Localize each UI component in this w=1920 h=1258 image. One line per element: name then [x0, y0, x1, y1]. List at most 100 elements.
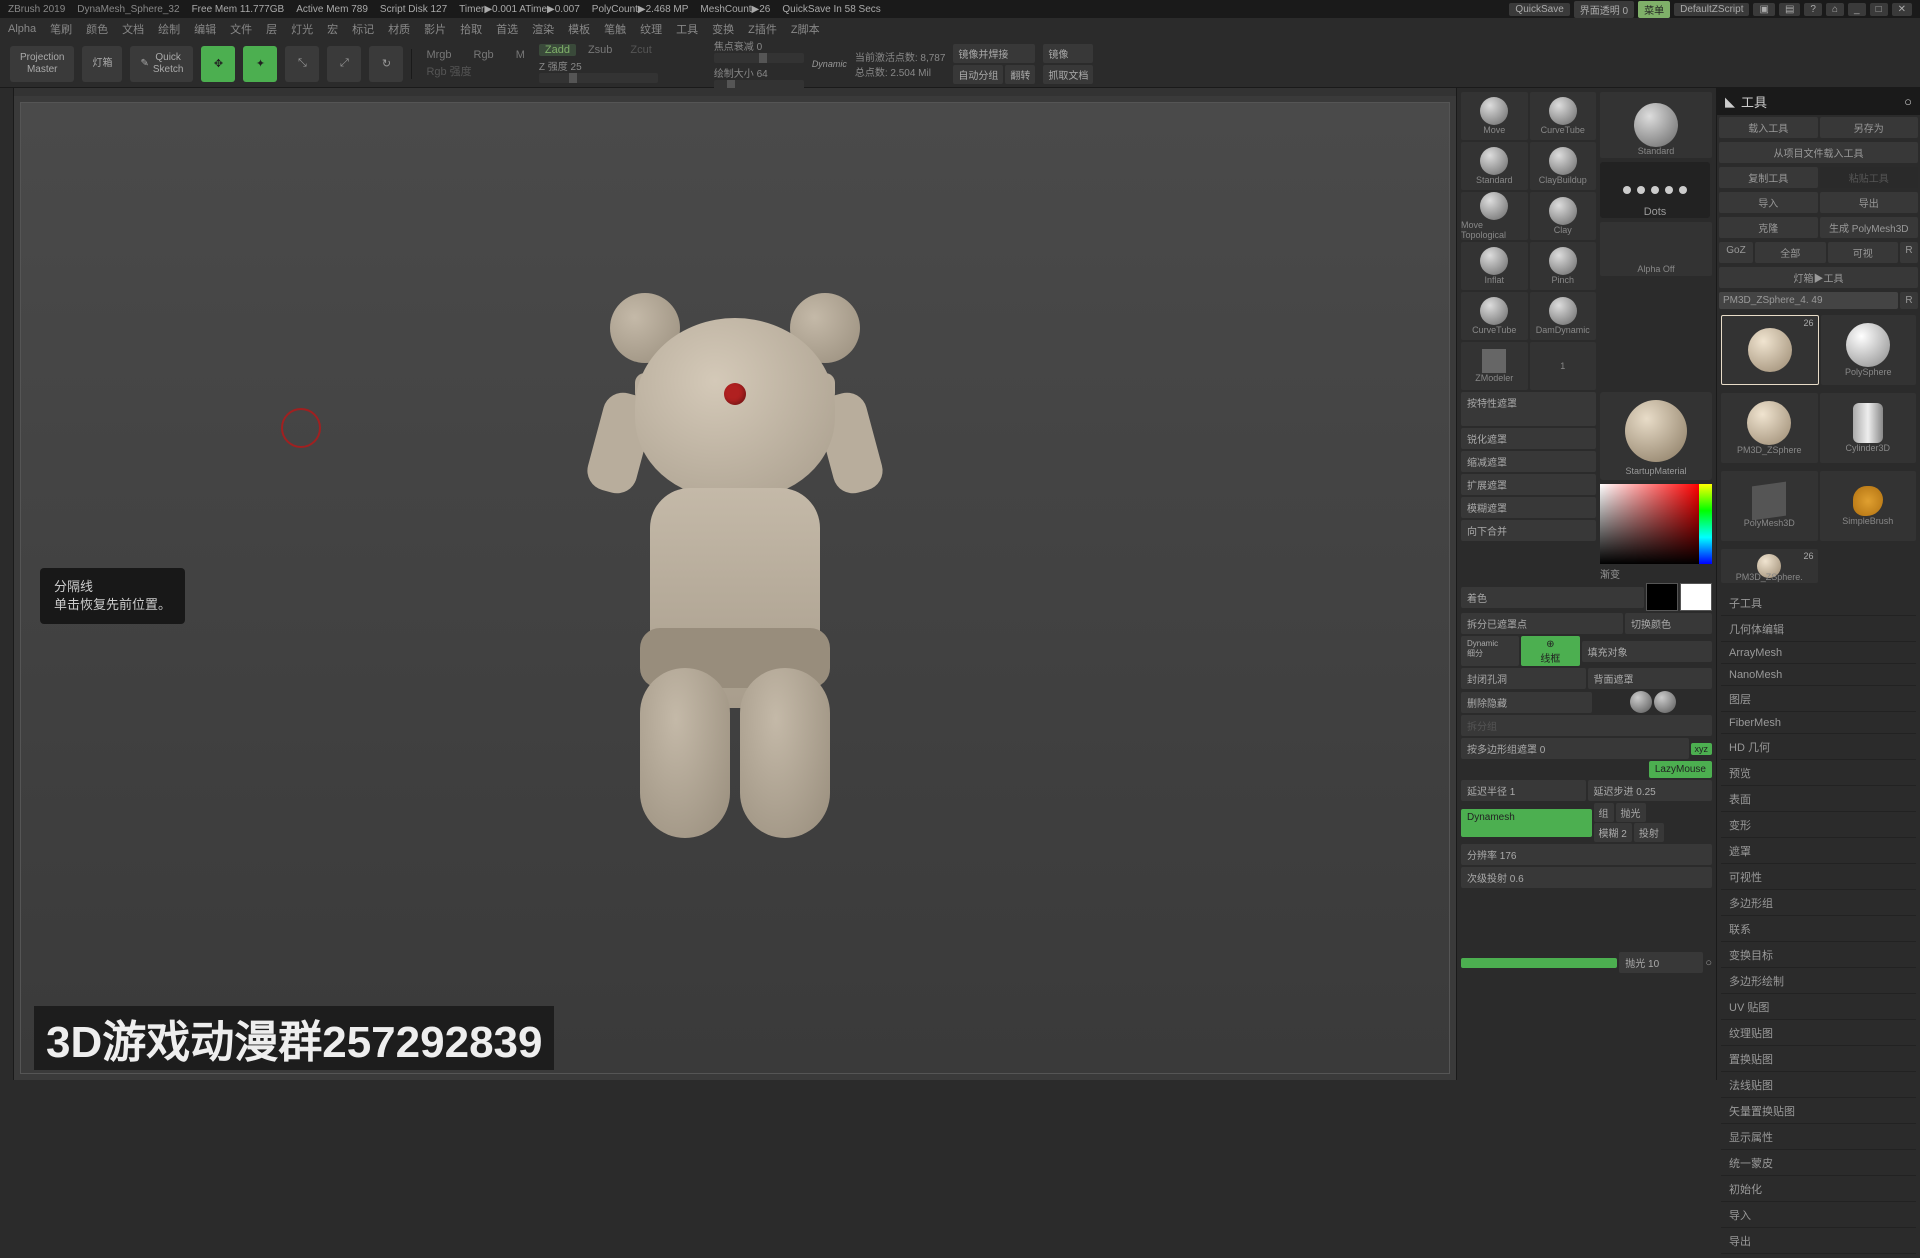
- blur-mask-button[interactable]: 模糊遮罩: [1461, 497, 1596, 518]
- menu-item[interactable]: 工具: [676, 21, 698, 37]
- menu-item[interactable]: Z插件: [748, 21, 777, 37]
- autogroup-button[interactable]: 自动分组: [953, 65, 1003, 84]
- subpalette-item[interactable]: 导入: [1721, 1203, 1916, 1228]
- blur-slider[interactable]: 模糊 2: [1594, 823, 1632, 842]
- brush-clay[interactable]: Clay: [1530, 192, 1597, 240]
- make-polymesh3d-button[interactable]: 生成 PolyMesh3D: [1820, 217, 1919, 238]
- menu-item[interactable]: 拾取: [460, 21, 482, 37]
- subpalette-item[interactable]: HD 几何: [1721, 735, 1916, 760]
- subproject-slider[interactable]: 次级投射 0.6: [1461, 867, 1712, 888]
- subpalette-item[interactable]: 变换目标: [1721, 943, 1916, 968]
- zsub-toggle[interactable]: Zsub: [582, 44, 618, 56]
- goz-visible-button[interactable]: 可视: [1828, 242, 1899, 263]
- subpalette-item[interactable]: FiberMesh: [1721, 713, 1916, 734]
- collapse-icon[interactable]: ◣: [1725, 94, 1735, 110]
- move-mode-button[interactable]: ⤡: [285, 46, 319, 82]
- window-icon[interactable]: ?: [1804, 3, 1822, 16]
- subpalette-item[interactable]: 遮罩: [1721, 839, 1916, 864]
- grow-mask-button[interactable]: 扩展遮罩: [1461, 474, 1596, 495]
- menu-item[interactable]: Alpha: [8, 23, 36, 35]
- shrink-mask-button[interactable]: 缩减遮罩: [1461, 451, 1596, 472]
- project-toggle[interactable]: 投射: [1634, 823, 1664, 842]
- menu-item[interactable]: 文档: [122, 21, 144, 37]
- xyz-badge[interactable]: xyz: [1691, 743, 1713, 755]
- tool-thumb-polymesh3d[interactable]: PolyMesh3D: [1721, 471, 1818, 541]
- edit-mode-button[interactable]: ✥: [201, 46, 235, 82]
- hue-slider[interactable]: [1699, 484, 1712, 564]
- zscript-label[interactable]: DefaultZScript: [1674, 3, 1749, 16]
- lazymouse-button[interactable]: LazyMouse: [1649, 761, 1712, 778]
- menu-item[interactable]: 编辑: [194, 21, 216, 37]
- menu-item[interactable]: 灯光: [291, 21, 313, 37]
- brush-damdynamic[interactable]: DamDynamic: [1530, 292, 1597, 340]
- brush-standard[interactable]: Standard: [1461, 142, 1528, 190]
- paste-tool-button[interactable]: 粘贴工具: [1820, 167, 1919, 188]
- tool-thumb-simplebrush[interactable]: SimpleBrush: [1820, 471, 1917, 541]
- r-badge[interactable]: R: [1900, 292, 1918, 309]
- backface-mask-button[interactable]: 背面遮罩: [1588, 668, 1713, 689]
- subpalette-item[interactable]: 联系: [1721, 917, 1916, 942]
- brush-curvetube2[interactable]: CurveTube: [1461, 292, 1528, 340]
- subpalette-item[interactable]: ArrayMesh: [1721, 643, 1916, 664]
- goz-all-button[interactable]: 全部: [1755, 242, 1826, 263]
- menu-item[interactable]: 纹理: [640, 21, 662, 37]
- tool-thumb-zsphere2[interactable]: 26PM3D_ZSphere.: [1721, 549, 1818, 583]
- home-icon[interactable]: ⌂: [1826, 3, 1844, 16]
- minimize-icon[interactable]: _: [1848, 3, 1866, 16]
- tool-thumb-zsphere[interactable]: PM3D_ZSphere: [1721, 393, 1818, 463]
- subpalette-item[interactable]: UV 贴图: [1721, 995, 1916, 1020]
- quicksave-button[interactable]: QuickSave: [1509, 3, 1569, 16]
- maximize-icon[interactable]: □: [1870, 3, 1888, 16]
- m-toggle[interactable]: M: [510, 49, 531, 61]
- dynamic-subdiv-button[interactable]: Dynamic细分: [1461, 636, 1519, 666]
- close-icon[interactable]: ✕: [1892, 3, 1912, 16]
- export-button[interactable]: 导出: [1820, 192, 1919, 213]
- flip-button[interactable]: 翻转: [1005, 65, 1035, 84]
- polyframe-button[interactable]: ⊕线框: [1521, 636, 1579, 666]
- menu-item[interactable]: 材质: [388, 21, 410, 37]
- mrgb-toggle[interactable]: Mrgb: [420, 49, 457, 61]
- current-brush-preview[interactable]: Standard: [1600, 92, 1712, 158]
- menu-item[interactable]: 颜色: [86, 21, 108, 37]
- material-preview[interactable]: [1625, 400, 1687, 462]
- projection-master-button[interactable]: Projection Master: [10, 46, 74, 82]
- goz-r-button[interactable]: R: [1900, 242, 1918, 263]
- viewport[interactable]: [20, 102, 1450, 1074]
- focal-shift-slider[interactable]: 焦点衰减 0: [714, 38, 804, 63]
- group-toggle[interactable]: 组: [1594, 803, 1614, 822]
- quicksketch-button[interactable]: ✎Quick Sketch: [130, 46, 193, 82]
- subpalette-item[interactable]: 纹理贴图: [1721, 1021, 1916, 1046]
- window-icon[interactable]: ▤: [1779, 3, 1800, 16]
- subpalette-item[interactable]: 置换贴图: [1721, 1047, 1916, 1072]
- subpalette-item[interactable]: 法线贴图: [1721, 1073, 1916, 1098]
- menu-item[interactable]: 文件: [230, 21, 252, 37]
- menu-item[interactable]: 宏: [327, 21, 338, 37]
- tool-thumb-polysphere[interactable]: PolySphere: [1821, 315, 1917, 385]
- split-groups-button[interactable]: 拆分组: [1461, 715, 1712, 736]
- polygroup-mask-slider[interactable]: 按多边形组遮罩 0: [1461, 738, 1689, 759]
- draw-size-slider[interactable]: 绘制大小 64: [714, 65, 804, 90]
- lightbox-button[interactable]: 灯箱: [82, 46, 122, 82]
- mirror-weld-button[interactable]: 镜像并焊接: [953, 44, 1035, 63]
- subpalette-item[interactable]: 子工具: [1721, 591, 1916, 616]
- brush-move[interactable]: Move: [1461, 92, 1528, 140]
- brush-slot-empty[interactable]: 1: [1530, 342, 1597, 390]
- subpalette-item[interactable]: 显示属性: [1721, 1125, 1916, 1150]
- subpalette-item[interactable]: 多边形绘制: [1721, 969, 1916, 994]
- swatch-white[interactable]: [1680, 583, 1712, 611]
- sphere-icon[interactable]: [1630, 691, 1652, 713]
- dynamic-toggle[interactable]: Dynamic: [812, 59, 847, 69]
- tool-thumb-active[interactable]: 26: [1721, 315, 1819, 385]
- capture-doc-button[interactable]: 抓取文档: [1043, 65, 1093, 84]
- menu-item[interactable]: 渲染: [532, 21, 554, 37]
- save-as-button[interactable]: 另存为: [1820, 117, 1919, 138]
- switch-color-button[interactable]: 切换颜色: [1625, 613, 1712, 634]
- load-tool-button[interactable]: 载入工具: [1719, 117, 1818, 138]
- import-button[interactable]: 导入: [1719, 192, 1818, 213]
- z-intensity-slider[interactable]: Z 强度 25: [539, 58, 658, 83]
- menu-item[interactable]: 笔刷: [50, 21, 72, 37]
- mirror-button[interactable]: 镜像: [1043, 44, 1093, 63]
- zadd-toggle[interactable]: Zadd: [539, 44, 576, 56]
- polish-slider[interactable]: 抛光 10: [1619, 952, 1703, 973]
- menu-item[interactable]: 绘制: [158, 21, 180, 37]
